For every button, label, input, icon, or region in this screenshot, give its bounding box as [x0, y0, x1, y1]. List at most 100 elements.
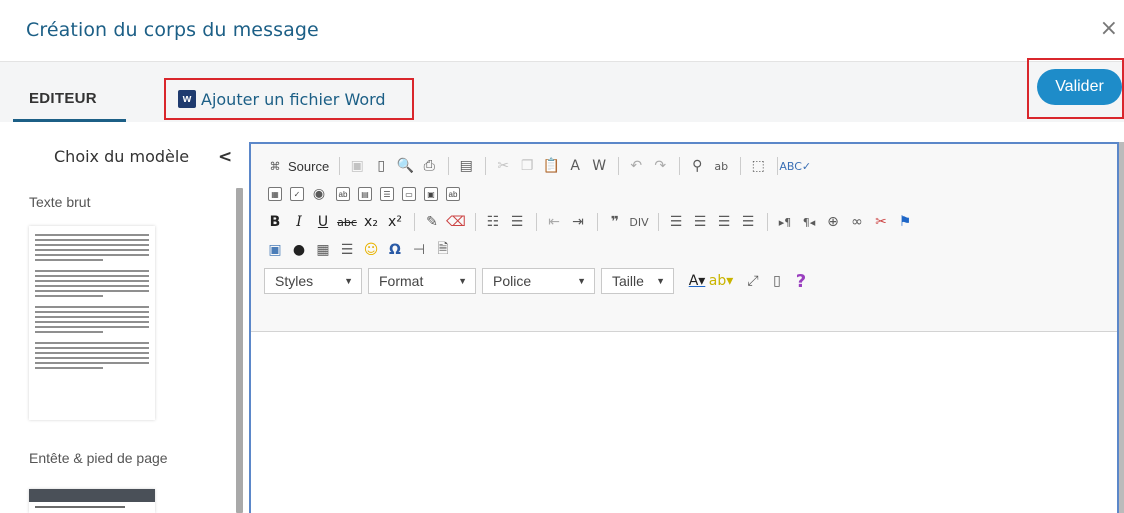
maximize-icon[interactable]: ⤢: [742, 270, 764, 292]
anchor-icon[interactable]: ⚑: [894, 211, 916, 233]
superscript-icon[interactable]: x²: [384, 211, 406, 233]
valider-button[interactable]: Valider: [1037, 69, 1122, 105]
word-icon: w: [178, 90, 196, 108]
select-all-icon[interactable]: ⬚: [747, 155, 769, 177]
size-combo[interactable]: Taille ▼: [601, 268, 674, 294]
horizontal-line-icon[interactable]: ☰: [336, 239, 358, 261]
remove-format-icon[interactable]: ⌫: [445, 211, 467, 233]
template-thumbnail-texte-brut[interactable]: [29, 226, 155, 420]
smiley-icon[interactable]: ☺: [360, 239, 382, 261]
chevron-down-icon: ▼: [656, 276, 665, 286]
justify-icon[interactable]: ☰: [737, 211, 759, 233]
help-icon[interactable]: ?: [790, 270, 812, 292]
table-icon[interactable]: ▦: [312, 239, 334, 261]
dialog-header: Création du corps du message ×: [0, 0, 1124, 62]
new-page-icon[interactable]: ▯: [370, 155, 392, 177]
styles-combo[interactable]: Styles ▼: [264, 268, 362, 294]
undo-icon[interactable]: ↶: [625, 155, 647, 177]
print-icon[interactable]: ⎙: [418, 155, 440, 177]
spellcheck-icon[interactable]: ABC✓: [779, 155, 811, 177]
collapse-chevron-icon[interactable]: <: [218, 147, 232, 167]
copy-format-icon[interactable]: ✎: [421, 211, 443, 233]
div-icon[interactable]: DIV: [628, 211, 650, 233]
align-left-icon[interactable]: ☰: [665, 211, 687, 233]
source-button[interactable]: Source: [288, 159, 329, 174]
format-combo-label: Format: [379, 273, 424, 289]
checkbox-icon[interactable]: ✓: [290, 187, 304, 201]
copy-icon[interactable]: ❐: [516, 155, 538, 177]
template-thumbnail-entete[interactable]: [29, 489, 155, 513]
find-icon[interactable]: ⚲: [686, 155, 708, 177]
ltr-icon[interactable]: ▸¶: [774, 211, 796, 233]
background-color-icon[interactable]: ab▾: [709, 270, 734, 292]
save-icon[interactable]: ▣: [346, 155, 368, 177]
paste-text-icon[interactable]: A: [564, 155, 586, 177]
redo-icon[interactable]: ↷: [649, 155, 671, 177]
bold-icon[interactable]: B: [264, 211, 286, 233]
paste-icon[interactable]: 📋: [540, 155, 562, 177]
valider-highlight: Valider: [1027, 58, 1124, 119]
rtl-icon[interactable]: ¶◂: [798, 211, 820, 233]
special-char-icon[interactable]: Ω: [384, 239, 406, 261]
replace-icon[interactable]: ab: [710, 155, 732, 177]
template-label: Entête & pied de page: [29, 450, 168, 466]
chevron-down-icon: ▼: [577, 276, 586, 286]
tab-editeur[interactable]: EDITEUR: [13, 62, 126, 122]
template-panel: Choix du modèle < Texte brut Entête & pi…: [0, 122, 245, 513]
subscript-icon[interactable]: x₂: [360, 211, 382, 233]
add-word-file-link[interactable]: w Ajouter un fichier Word: [164, 78, 414, 120]
numbered-list-icon[interactable]: ☷: [482, 211, 504, 233]
size-combo-label: Taille: [612, 273, 644, 289]
text-color-icon[interactable]: A▾: [686, 270, 708, 292]
editor-content-area[interactable]: [251, 333, 1117, 513]
format-combo[interactable]: Format ▼: [368, 268, 476, 294]
italic-icon[interactable]: I: [288, 211, 310, 233]
cut-icon[interactable]: ✂: [492, 155, 514, 177]
template-label: Texte brut: [29, 194, 91, 210]
text-field-icon[interactable]: ab: [336, 187, 350, 201]
blockquote-icon[interactable]: ❞: [604, 211, 626, 233]
align-right-icon[interactable]: ☰: [713, 211, 735, 233]
chevron-down-icon: ▼: [458, 276, 467, 286]
form-icon[interactable]: ▦: [268, 187, 282, 201]
strikethrough-icon[interactable]: abc: [336, 211, 358, 233]
templates-icon[interactable]: ▤: [455, 155, 477, 177]
font-combo-label: Police: [493, 273, 532, 289]
select-field-icon[interactable]: ☰: [380, 187, 394, 201]
font-combo[interactable]: Police ▼: [482, 268, 595, 294]
source-icon[interactable]: ⌘: [264, 155, 286, 177]
paste-word-icon[interactable]: W: [588, 155, 610, 177]
editor-scrollbar[interactable]: [1119, 142, 1124, 513]
align-center-icon[interactable]: ☰: [689, 211, 711, 233]
show-blocks-icon[interactable]: ▯: [766, 270, 788, 292]
bulleted-list-icon[interactable]: ☰: [506, 211, 528, 233]
page-break-icon[interactable]: ⊣: [408, 239, 430, 261]
language-icon[interactable]: ⊕: [822, 211, 844, 233]
hidden-field-icon[interactable]: ab: [446, 187, 460, 201]
iframe-icon[interactable]: 🗎: [432, 239, 454, 261]
toolbar-row-1: ⌘ Source ▣ ▯ 🔍 ⎙ ▤ ✂ ❐ 📋 A W ↶ ↷ ⚲ ab ⬚ …: [264, 154, 811, 178]
link-icon[interactable]: ∞: [846, 211, 868, 233]
radio-icon[interactable]: ◉: [308, 183, 330, 205]
add-word-file-label: Ajouter un fichier Word: [201, 89, 386, 109]
underline-icon[interactable]: U: [312, 211, 334, 233]
button-field-icon[interactable]: ▭: [402, 187, 416, 201]
unlink-icon[interactable]: ✂: [870, 211, 892, 233]
chevron-down-icon: ▼: [344, 276, 353, 286]
toolbar-row-3: B I U abc x₂ x² ✎ ⌫ ☷ ☰ ⇤ ⇥ ❞ DIV ☰ ☰ ☰ …: [264, 210, 918, 234]
outdent-icon[interactable]: ⇤: [543, 211, 565, 233]
preview-icon[interactable]: 🔍: [394, 155, 416, 177]
close-icon[interactable]: ×: [1100, 18, 1118, 40]
image-icon[interactable]: ▣: [264, 239, 286, 261]
rich-text-editor[interactable]: ⌘ Source ▣ ▯ 🔍 ⎙ ▤ ✂ ❐ 📋 A W ↶ ↷ ⚲ ab ⬚ …: [249, 142, 1119, 513]
dialog-title: Création du corps du message: [26, 19, 319, 41]
textarea-icon[interactable]: ▤: [358, 187, 372, 201]
toolbar-row-2: ▦ ✓ ◉ ab ▤ ☰ ▭ ▣ ab: [264, 182, 464, 206]
tab-editeur-label: EDITEUR: [29, 90, 97, 107]
flash-icon[interactable]: ●: [288, 239, 310, 261]
indent-icon[interactable]: ⇥: [567, 211, 589, 233]
template-panel-scrollbar[interactable]: [236, 188, 243, 513]
image-button-icon[interactable]: ▣: [424, 187, 438, 201]
editor-toolbar: ⌘ Source ▣ ▯ 🔍 ⎙ ▤ ✂ ❐ 📋 A W ↶ ↷ ⚲ ab ⬚ …: [251, 144, 1117, 332]
toolbar-row-5: Styles ▼ Format ▼ Police ▼ Taille ▼ A▾ a…: [264, 267, 814, 295]
